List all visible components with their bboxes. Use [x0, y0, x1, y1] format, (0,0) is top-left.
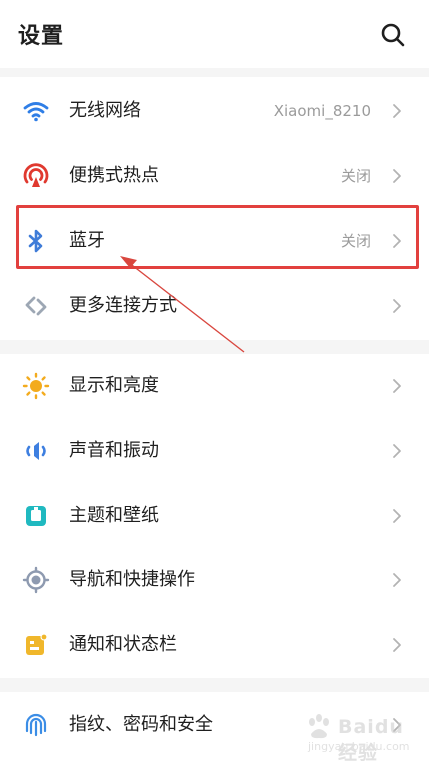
chevron-right-icon — [393, 234, 401, 248]
settings-item-notifications[interactable]: 通知和状态栏 — [0, 613, 429, 677]
settings-item-label: 声音和振动 — [69, 440, 159, 461]
settings-item-value: 关闭 — [340, 232, 371, 250]
settings-item-wifi[interactable]: 无线网络 Xiaomi_8210 — [0, 79, 429, 143]
section-gap — [0, 68, 429, 77]
settings-item-label: 主题和壁纸 — [69, 505, 159, 526]
chevron-right-icon — [393, 509, 401, 523]
link-icon — [25, 296, 47, 316]
settings-item-value: Xiaomi_8210 — [273, 102, 371, 120]
settings-item-label: 显示和亮度 — [69, 375, 159, 396]
settings-item-label: 蓝牙 — [69, 230, 105, 251]
chevron-right-icon — [393, 104, 401, 118]
settings-item-label: 更多连接方式 — [69, 295, 177, 316]
fingerprint-icon — [25, 713, 47, 737]
settings-item-sound[interactable]: 声音和振动 — [0, 419, 429, 483]
page-title: 设置 — [18, 24, 65, 49]
speaker-icon — [26, 442, 46, 460]
hotspot-icon — [23, 163, 49, 187]
chevron-right-icon — [393, 444, 401, 458]
top-bar: 设置 — [0, 0, 429, 68]
theme-icon — [26, 506, 46, 526]
sun-icon — [22, 372, 50, 400]
settings-item-label: 导航和快捷操作 — [69, 569, 195, 590]
chevron-right-icon — [393, 638, 401, 652]
navigation-icon — [22, 566, 50, 594]
chevron-right-icon — [393, 169, 401, 183]
settings-item-theme[interactable]: 主题和壁纸 — [0, 484, 429, 548]
settings-item-hotspot[interactable]: 便携式热点 关闭 — [0, 144, 429, 208]
settings-item-display[interactable]: 显示和亮度 — [0, 354, 429, 418]
search-icon[interactable] — [378, 20, 408, 50]
wifi-icon — [23, 102, 49, 122]
chevron-right-icon — [393, 718, 401, 732]
chevron-right-icon — [393, 379, 401, 393]
settings-item-label: 通知和状态栏 — [69, 634, 177, 655]
settings-item-security[interactable]: 指纹、密码和安全 — [0, 693, 429, 757]
settings-item-label: 指纹、密码和安全 — [69, 714, 213, 735]
bluetooth-icon — [28, 229, 43, 253]
settings-item-label: 无线网络 — [69, 100, 141, 121]
settings-item-value: 关闭 — [340, 167, 371, 185]
section-gap — [0, 678, 429, 692]
settings-item-more-connections[interactable]: 更多连接方式 — [0, 274, 429, 338]
settings-item-bluetooth[interactable]: 蓝牙 关闭 — [0, 209, 429, 273]
settings-item-navigation[interactable]: 导航和快捷操作 — [0, 548, 429, 612]
section-gap — [0, 340, 429, 354]
notification-icon — [26, 633, 48, 655]
settings-item-label: 便携式热点 — [69, 165, 159, 186]
chevron-right-icon — [393, 299, 401, 313]
chevron-right-icon — [393, 573, 401, 587]
